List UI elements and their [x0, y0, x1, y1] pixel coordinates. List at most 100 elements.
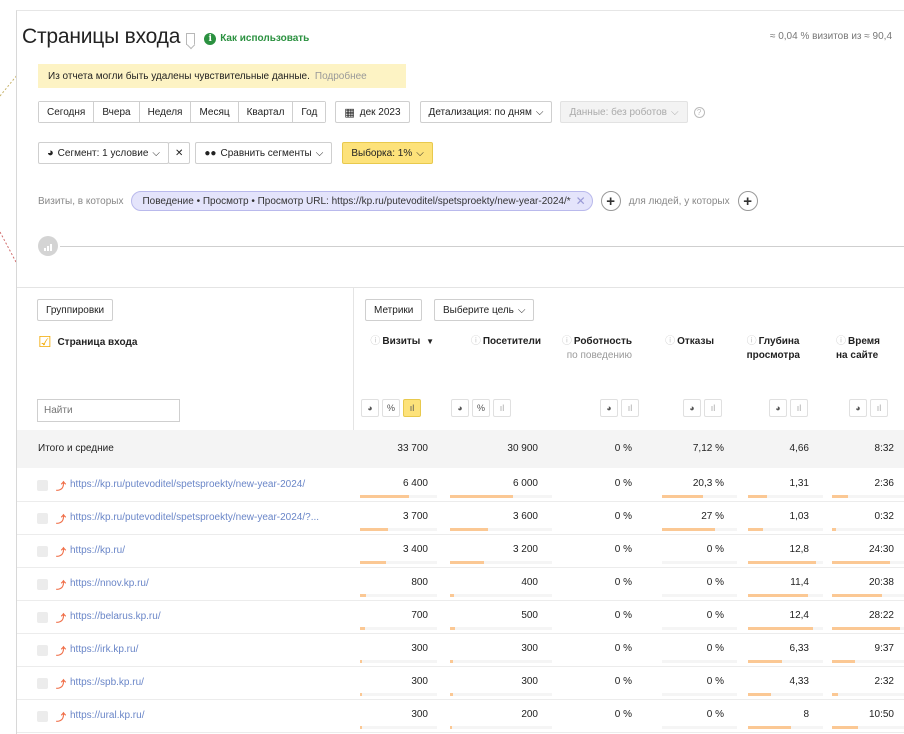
cell-visits: 300	[411, 643, 428, 654]
metrics-button[interactable]: Метрики	[365, 299, 423, 321]
external-link-icon[interactable]: ⤴	[56, 643, 66, 658]
table-row[interactable]: ⤴ https://belarus.kp.ru/700 500 0 % 0 % 12,4 2…	[17, 600, 904, 634]
column-divider	[353, 288, 354, 430]
totals-depth: 4,66	[789, 443, 809, 454]
period-year-button[interactable]: Год	[293, 102, 326, 122]
checkbox-checked-icon[interactable]: ☑	[38, 335, 51, 350]
value-bar-visitors	[450, 495, 513, 498]
bar-chart-icon[interactable]: ıl	[621, 399, 639, 417]
groupings-button[interactable]: Группировки	[37, 299, 114, 321]
warning-more-link[interactable]: Подробнее	[315, 71, 367, 82]
period-quarter-button[interactable]: Квартал	[238, 102, 294, 122]
pie-chart-icon[interactable]: ◕	[451, 399, 469, 417]
percent-icon[interactable]: %	[382, 399, 400, 417]
table-row[interactable]: ⤴ https://kp.ru/putevoditel/spetsproekty/…	[17, 468, 904, 502]
robotness-view-tools: ◕ ıl	[600, 399, 639, 417]
bar-chart-icon[interactable]: ıl	[790, 399, 808, 417]
cell-time: 9:37	[874, 643, 894, 654]
external-link-icon[interactable]: ⤴	[56, 709, 66, 724]
goal-dropdown[interactable]: Выберите цель ⌵	[434, 299, 535, 321]
filter-chip[interactable]: Поведение • Просмотр • Просмотр URL: htt…	[131, 191, 593, 211]
sample-dropdown[interactable]: Выборка: 1% ⌵	[342, 142, 433, 164]
row-checkbox[interactable]	[37, 546, 48, 557]
row-url[interactable]: https://kp.ru/	[70, 545, 346, 556]
external-link-icon[interactable]: ⤴	[56, 511, 66, 526]
table-row[interactable]: ⤴ https://kp.ru/3 400 3 200 0 % 0 % 12,8 24:30	[17, 534, 904, 568]
row-checkbox[interactable]	[37, 645, 48, 656]
bar-track	[360, 660, 437, 663]
pie-chart-icon[interactable]: ◕	[361, 399, 379, 417]
row-url[interactable]: https://kp.ru/putevoditel/spetsproekty/n…	[70, 479, 346, 490]
external-link-icon[interactable]: ⤴	[56, 478, 66, 493]
row-checkbox[interactable]	[37, 678, 48, 689]
value-bar-depth	[748, 528, 763, 531]
pie-chart-icon[interactable]: ◕	[683, 399, 701, 417]
segment-clear-button[interactable]: ✕	[167, 142, 191, 164]
pie-chart-icon[interactable]: ◕	[849, 399, 867, 417]
add-people-condition-button[interactable]: +	[737, 191, 758, 211]
external-link-icon[interactable]: ⤴	[56, 577, 66, 592]
segment-dropdown[interactable]: ◕ Сегмент: 1 условие ⌵	[38, 142, 169, 164]
search-input[interactable]	[37, 399, 180, 422]
table-row[interactable]: ⤴ https://kp.ru/putevoditel/spetsproekty/…	[17, 501, 904, 535]
row-checkbox[interactable]	[37, 711, 48, 722]
period-today-button[interactable]: Сегодня	[39, 102, 95, 122]
bar-track	[450, 627, 552, 630]
pie-chart-icon[interactable]: ◕	[600, 399, 618, 417]
compare-segments-dropdown[interactable]: ●● Сравнить сегменты ⌵	[195, 142, 333, 164]
external-link-icon[interactable]: ⤴	[56, 544, 66, 559]
close-icon: ✕	[174, 147, 184, 159]
data-help[interactable]: ?	[693, 101, 705, 123]
bar-track	[832, 528, 904, 531]
bar-track	[662, 561, 737, 564]
bar-chart-icon[interactable]: ıl	[493, 399, 511, 417]
column-visits-header[interactable]: ⓘ Визиты ▼	[370, 335, 434, 349]
chart-toggle-icon[interactable]	[38, 236, 58, 256]
close-icon[interactable]: ✕	[576, 194, 586, 208]
bar-chart-icon[interactable]: ıl	[403, 399, 421, 417]
column-robotness-header[interactable]: ⓘ Роботность по поведению	[562, 335, 632, 363]
chevron-down-icon: ⌵	[517, 304, 526, 316]
row-url[interactable]: https://ural.kp.ru/	[70, 710, 346, 721]
column-visitors-header[interactable]: ⓘ Посетители	[471, 335, 541, 349]
bookmark-icon[interactable]	[186, 33, 196, 45]
bar-chart-icon[interactable]: ıl	[870, 399, 888, 417]
value-bar-time	[832, 693, 838, 696]
bar-track	[360, 693, 437, 696]
row-url[interactable]: https://irk.kp.ru/	[70, 644, 346, 655]
period-week-button[interactable]: Неделя	[139, 102, 192, 122]
external-link-icon[interactable]: ⤴	[56, 676, 66, 691]
table-row[interactable]: ⤴ https://irk.kp.ru/300 300 0 % 0 % 6,33 9:37	[17, 633, 904, 667]
date-picker-button[interactable]: ▦ дек 2023	[335, 101, 410, 123]
row-checkbox[interactable]	[37, 579, 48, 590]
row-url[interactable]: https://kp.ru/putevoditel/spetsproekty/n…	[70, 512, 346, 523]
table-row[interactable]: ⤴ https://spb.kp.ru/300 300 0 % 0 % 4,33 2:32	[17, 666, 904, 700]
dimension-header[interactable]: ☑ Страница входа	[38, 335, 137, 350]
value-bar-time	[832, 561, 890, 564]
period-month-button[interactable]: Месяц	[191, 102, 239, 122]
bar-chart-icon[interactable]: ıl	[704, 399, 722, 417]
column-time-header[interactable]: ⓘ Время на сайте	[836, 335, 880, 363]
howto-link[interactable]: Как использовать	[220, 33, 309, 44]
row-checkbox[interactable]	[37, 480, 48, 491]
period-yesterday-button[interactable]: Вчера	[94, 102, 140, 122]
external-link-icon[interactable]: ⤴	[56, 610, 66, 625]
add-visit-condition-button[interactable]: +	[600, 191, 621, 211]
row-url[interactable]: https://spb.kp.ru/	[70, 677, 346, 688]
row-url[interactable]: https://nnov.kp.ru/	[70, 578, 346, 589]
table-row[interactable]: ⤴ https://nnov.kp.ru/800 400 0 % 0 % 11,4 20:3…	[17, 567, 904, 601]
data-filter-dropdown[interactable]: Данные: без роботов ⌵	[560, 101, 688, 123]
percent-icon[interactable]: %	[472, 399, 490, 417]
row-checkbox[interactable]	[37, 612, 48, 623]
pie-chart-icon[interactable]: ◕	[769, 399, 787, 417]
totals-visits: 33 700	[397, 443, 428, 454]
row-checkbox[interactable]	[37, 513, 48, 524]
column-bounces-header[interactable]: ⓘ Отказы	[665, 335, 714, 349]
detail-dropdown[interactable]: Детализация: по дням ⌵	[419, 101, 553, 123]
value-bar-depth	[748, 726, 791, 729]
date-label: дек 2023	[359, 106, 401, 118]
column-depth-header[interactable]: ⓘ Глубина просмотра	[747, 335, 800, 363]
bar-track	[450, 693, 552, 696]
table-row[interactable]: ⤴ https://ural.kp.ru/300 200 0 % 0 % 8 10:50	[17, 699, 904, 733]
row-url[interactable]: https://belarus.kp.ru/	[70, 611, 346, 622]
